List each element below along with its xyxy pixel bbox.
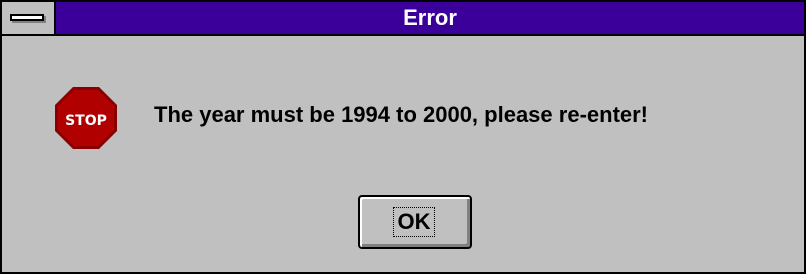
title-bar[interactable]: Error (2, 2, 804, 36)
stop-sign-text: STOP (65, 113, 107, 129)
ok-button[interactable]: OK (358, 195, 472, 249)
system-menu-button[interactable] (2, 2, 56, 34)
system-menu-icon (10, 14, 44, 21)
error-dialog: Error STOP The year must be 1994 to 2000… (0, 0, 806, 274)
ok-button-label: OK (393, 207, 435, 237)
error-message: The year must be 1994 to 2000, please re… (154, 102, 649, 127)
stop-icon: STOP (55, 87, 117, 149)
dialog-title: Error (403, 5, 457, 30)
